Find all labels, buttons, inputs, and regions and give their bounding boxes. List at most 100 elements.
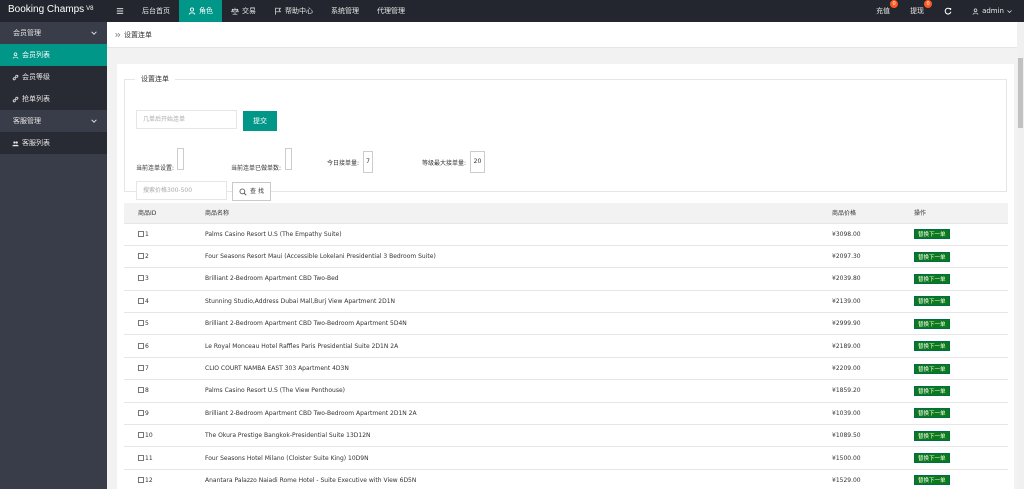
settings-legend: 设置连单 bbox=[141, 75, 169, 83]
row-checkbox[interactable] bbox=[138, 409, 144, 416]
link-icon bbox=[12, 74, 19, 80]
replace-next-order-button[interactable]: 替换下一单 bbox=[914, 363, 950, 374]
sidebar-item-label: 会员列表 bbox=[22, 51, 50, 59]
cell-action: 替换下一单 bbox=[900, 357, 1008, 381]
replace-next-order-button[interactable]: 替换下一单 bbox=[914, 273, 950, 284]
cell-name: The Okura Prestige Bangkok-Presidential … bbox=[191, 424, 818, 448]
cell-name: Le Royal Monceau Hotel Raffles Paris Pre… bbox=[191, 334, 818, 358]
brand-logo[interactable]: Booking Champs V8 bbox=[0, 0, 107, 22]
replace-next-order-button[interactable]: 替换下一单 bbox=[914, 408, 950, 419]
replace-next-order-button[interactable]: 替换下一单 bbox=[914, 341, 950, 352]
nav-home[interactable]: 后台首页 bbox=[133, 0, 179, 22]
flag-icon bbox=[275, 7, 282, 15]
cell-name: Brilliant 2-Bedroom Apartment CBD Two-Be… bbox=[191, 312, 818, 336]
row-checkbox[interactable] bbox=[138, 297, 144, 304]
nav-role[interactable]: 角色 bbox=[179, 0, 222, 22]
cell-action: 替换下一单 bbox=[900, 424, 1008, 448]
cell-price: ¥1500.00 bbox=[818, 446, 900, 470]
row-checkbox[interactable] bbox=[138, 432, 144, 439]
row-checkbox[interactable] bbox=[138, 230, 144, 237]
cell-id: 8 bbox=[124, 379, 191, 403]
recharge-button[interactable]: 充值 0 bbox=[866, 0, 900, 22]
sidebar-group-label: 会员管理 bbox=[13, 29, 41, 37]
nav-trade[interactable]: 交易 bbox=[222, 0, 265, 22]
replace-next-order-button[interactable]: 替换下一单 bbox=[914, 318, 950, 329]
user-icon bbox=[972, 7, 979, 15]
cell-name: Four Seasons Hotel Milano (Cloister Suit… bbox=[191, 446, 818, 470]
top-nav: 后台首页 角色 交易 帮助中心 系统管理 代理管理 bbox=[107, 0, 414, 22]
user-icon bbox=[188, 7, 196, 15]
breadcrumb-label[interactable]: 设置连单 bbox=[124, 22, 152, 48]
level-max-label: 等级最大接单量: bbox=[422, 160, 467, 167]
sidebar-item-grab-orders[interactable]: 抢单列表 bbox=[0, 88, 107, 110]
cell-id: 10 bbox=[124, 424, 191, 448]
nav-agent[interactable]: 代理管理 bbox=[368, 0, 414, 22]
cell-id: 2 bbox=[124, 245, 191, 269]
recharge-label: 充值 bbox=[876, 7, 891, 15]
submit-button[interactable]: 提交 bbox=[243, 111, 277, 131]
search-icon bbox=[239, 188, 247, 196]
scrollbar-thumb[interactable] bbox=[1018, 58, 1023, 128]
product-id: 12 bbox=[145, 476, 153, 484]
row-checkbox[interactable] bbox=[138, 320, 144, 327]
menu-toggle-button[interactable] bbox=[107, 0, 133, 22]
row-checkbox[interactable] bbox=[138, 387, 144, 394]
cell-name: Four Seasons Resort Maui (Accessible Lok… bbox=[191, 245, 818, 269]
product-id: 4 bbox=[145, 297, 149, 305]
nav-system-label: 系统管理 bbox=[331, 7, 359, 15]
nav-help-label: 帮助中心 bbox=[285, 7, 313, 15]
sidebar-group-members[interactable]: 会员管理 bbox=[0, 22, 107, 44]
cell-id: 5 bbox=[124, 312, 191, 336]
user-icon bbox=[12, 51, 19, 59]
table-row: 6 Le Royal Monceau Hotel Raffles Paris Pr… bbox=[124, 334, 1008, 358]
replace-next-order-button[interactable]: 替换下一单 bbox=[914, 229, 950, 240]
price-search-input[interactable]: 搜索价格300-500 bbox=[136, 181, 227, 200]
replace-next-order-button[interactable]: 替换下一单 bbox=[914, 296, 950, 307]
cell-id: 9 bbox=[124, 402, 191, 426]
nav-help[interactable]: 帮助中心 bbox=[265, 0, 322, 22]
today-count-value: 7 bbox=[363, 151, 373, 173]
sidebar-item-member-level[interactable]: 会员等级 bbox=[0, 66, 107, 88]
page-scrollbar[interactable] bbox=[1017, 22, 1024, 489]
table-row: 11 Four Seasons Hotel Milano (Cloister Su… bbox=[124, 446, 1008, 470]
scale-icon bbox=[231, 7, 239, 15]
sidebar-item-support-list[interactable]: 客服列表 bbox=[0, 132, 107, 154]
replace-next-order-button[interactable]: 替换下一单 bbox=[914, 251, 950, 262]
user-menu[interactable]: admin bbox=[962, 0, 1024, 22]
product-id: 11 bbox=[145, 454, 153, 462]
search-button[interactable]: 查 找 bbox=[232, 182, 271, 201]
sidebar-item-label: 客服列表 bbox=[22, 139, 50, 147]
level-max-value: 20 bbox=[470, 151, 485, 173]
row-checkbox[interactable] bbox=[138, 365, 144, 372]
withdraw-label: 提现 bbox=[910, 7, 925, 15]
cell-price: ¥1859.20 bbox=[818, 379, 900, 403]
replace-next-order-button[interactable]: 替换下一单 bbox=[914, 385, 950, 396]
row-checkbox[interactable] bbox=[138, 253, 144, 260]
withdraw-button[interactable]: 提现 0 bbox=[900, 0, 934, 22]
refresh-button[interactable] bbox=[934, 0, 962, 22]
recharge-badge: 0 bbox=[890, 0, 899, 8]
cell-price: ¥2097.30 bbox=[818, 245, 900, 269]
cell-action: 替换下一单 bbox=[900, 267, 1008, 291]
cell-name: Stunning Studio,Address Dubai Mall,Burj … bbox=[191, 290, 818, 314]
cell-name: CLIO COURT NAMBA EAST 303 Apartment 4D3N bbox=[191, 357, 818, 381]
double-chevron-right-icon bbox=[115, 32, 121, 37]
replace-next-order-button[interactable]: 替换下一单 bbox=[914, 475, 950, 486]
sidebar: 会员管理 会员列表 会员等级 抢单列表 客服管理 客服列表 bbox=[0, 22, 107, 489]
product-id: 5 bbox=[145, 320, 149, 328]
chevron-down-icon bbox=[1007, 9, 1012, 13]
row-checkbox[interactable] bbox=[138, 454, 144, 461]
replace-next-order-button[interactable]: 替换下一单 bbox=[914, 453, 950, 464]
row-checkbox[interactable] bbox=[138, 476, 144, 483]
current-setting-value bbox=[177, 148, 184, 170]
nav-trade-label: 交易 bbox=[242, 7, 256, 15]
cell-action: 替换下一单 bbox=[900, 223, 1008, 246]
sidebar-item-member-list[interactable]: 会员列表 bbox=[0, 44, 107, 66]
table-row: 4 Stunning Studio,Address Dubai Mall,Burj… bbox=[124, 290, 1008, 314]
after-orders-input[interactable]: 几单后开始连单 bbox=[136, 110, 237, 129]
sidebar-group-support[interactable]: 客服管理 bbox=[0, 110, 107, 132]
row-checkbox[interactable] bbox=[138, 342, 144, 349]
nav-system[interactable]: 系统管理 bbox=[322, 0, 368, 22]
replace-next-order-button[interactable]: 替换下一单 bbox=[914, 430, 950, 441]
row-checkbox[interactable] bbox=[138, 275, 144, 282]
